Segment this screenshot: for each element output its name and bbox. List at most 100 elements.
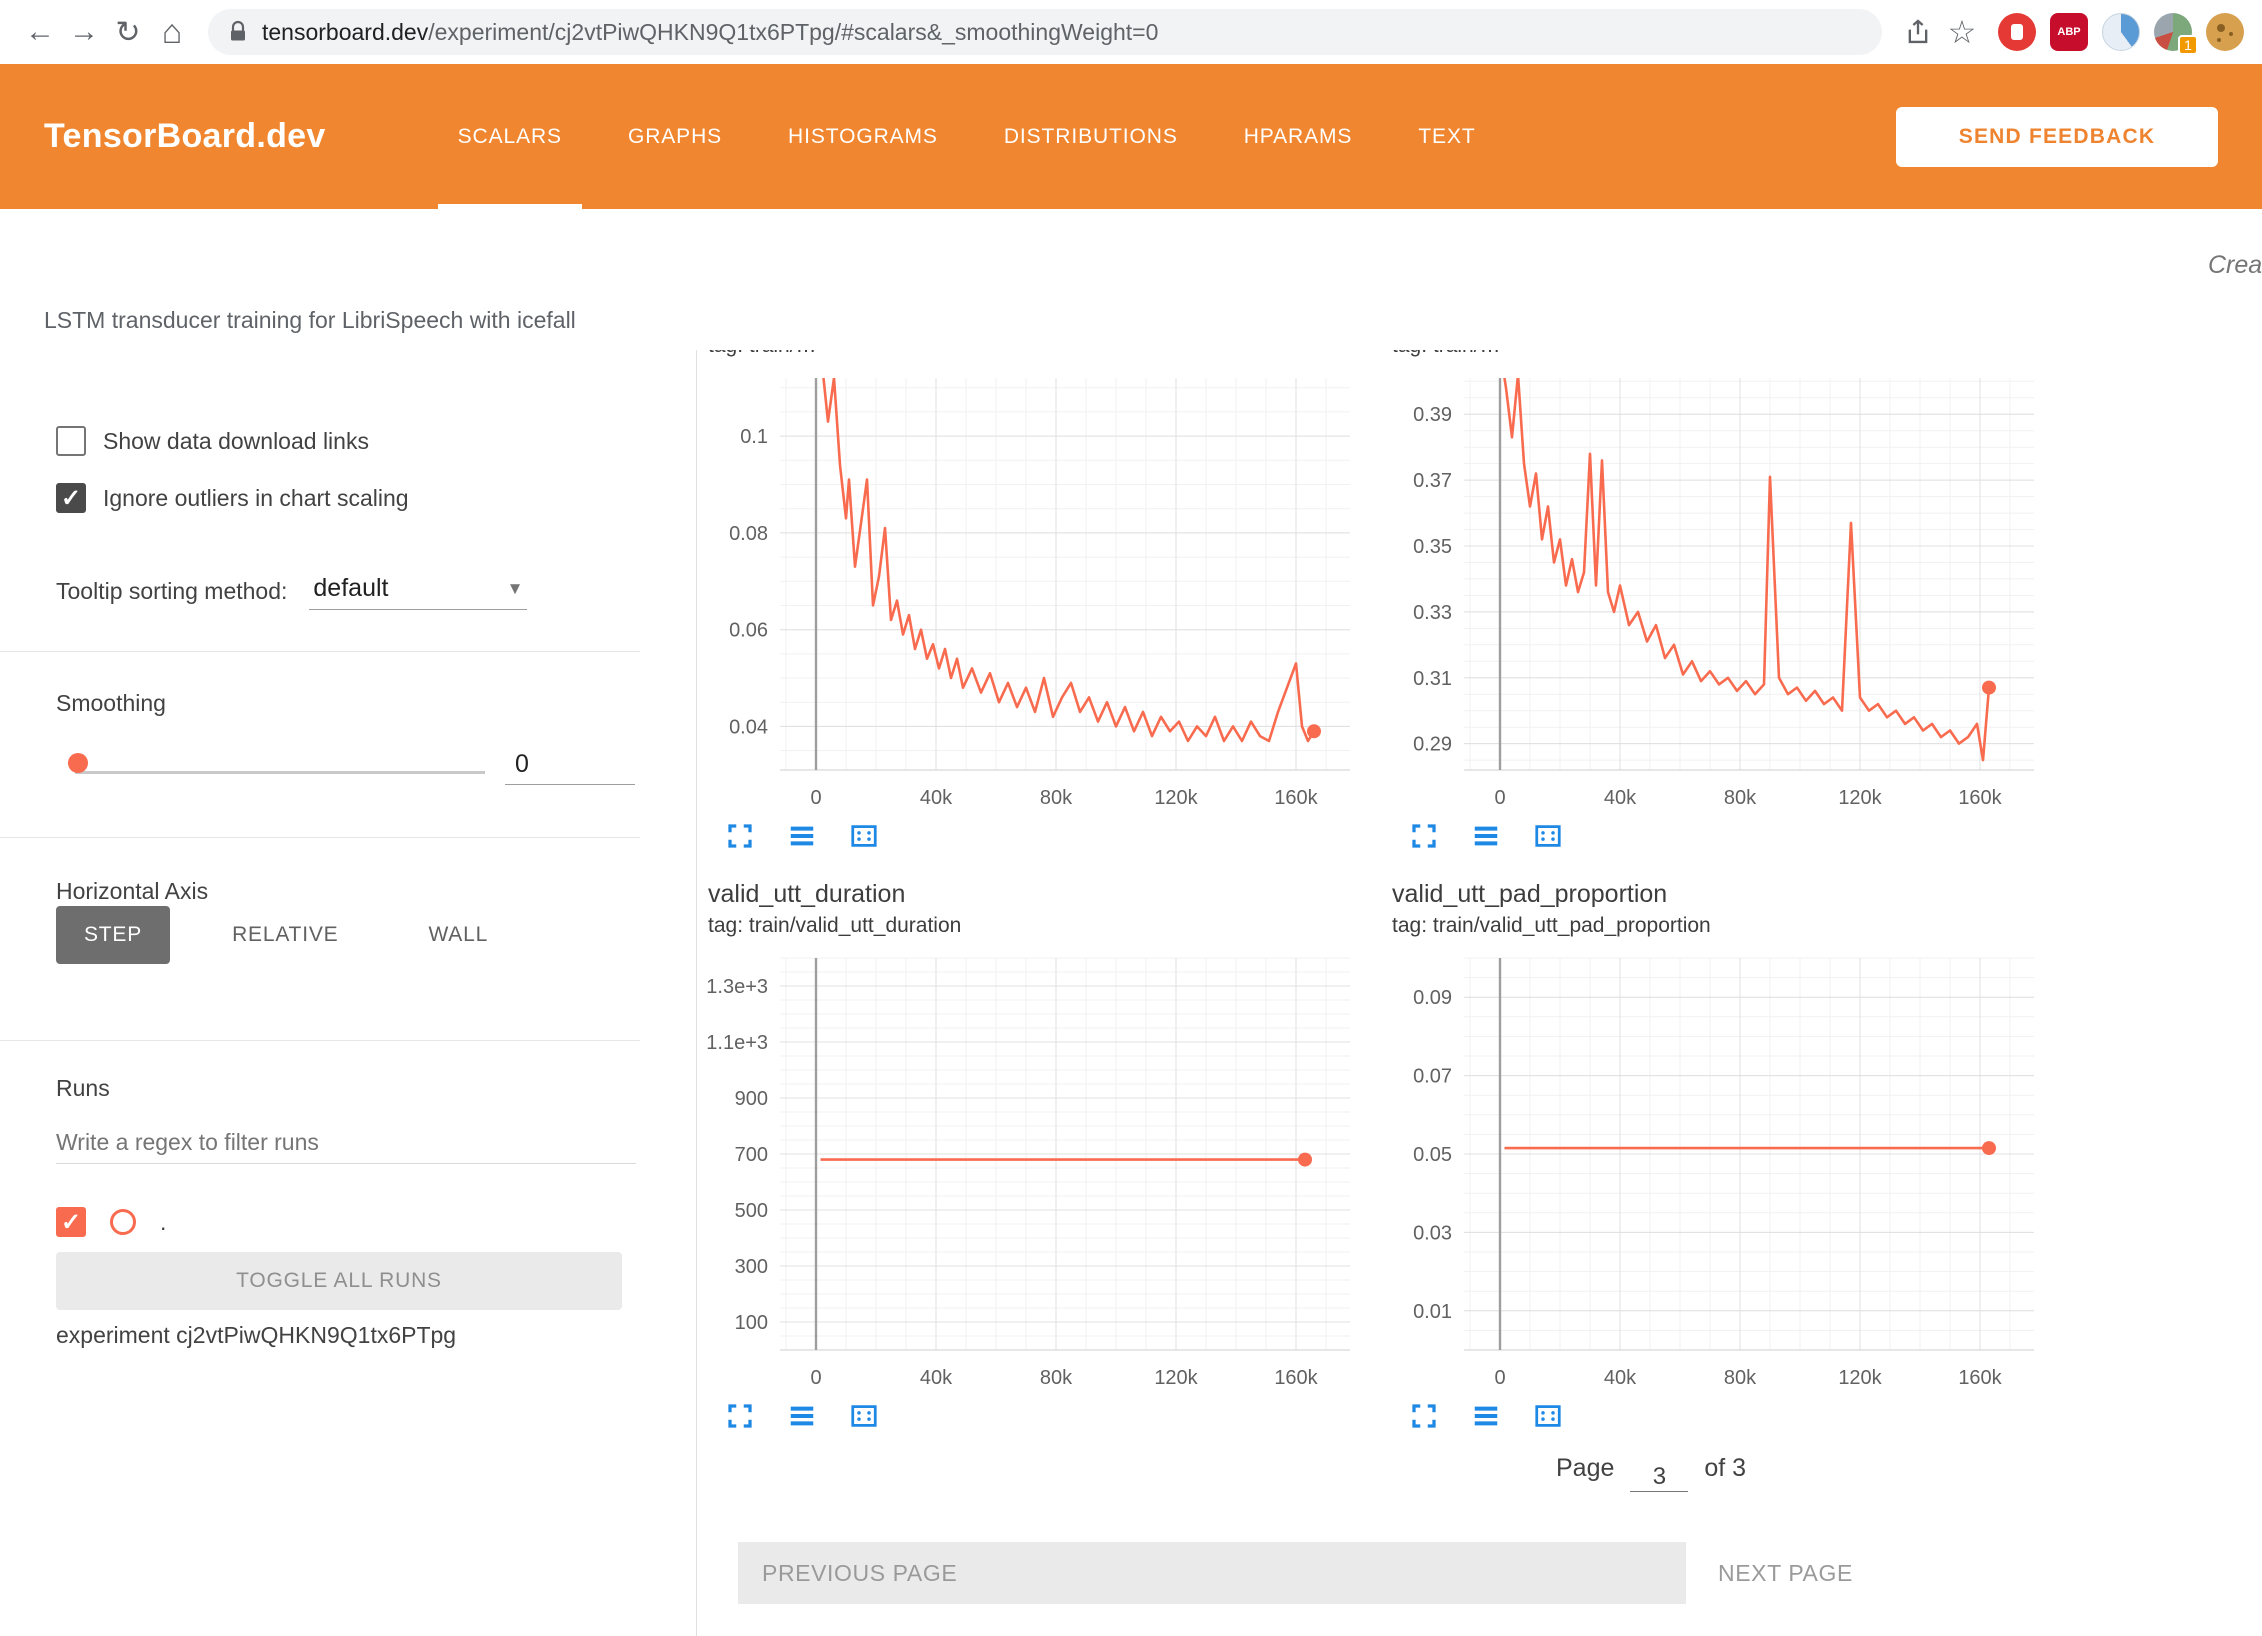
svg-text:80k: 80k	[1040, 1367, 1073, 1389]
svg-text:700: 700	[735, 1144, 768, 1166]
tab-hparams[interactable]: HPARAMS	[1240, 64, 1357, 209]
chart-toolbar	[1408, 820, 2066, 852]
show-download-label: Show data download links	[103, 428, 369, 455]
tab-distributions[interactable]: DISTRIBUTIONS	[1000, 64, 1182, 209]
svg-text:80k: 80k	[1040, 787, 1073, 809]
smoothing-slider-knob[interactable]	[68, 753, 88, 773]
chart-tag: tag: train/…	[702, 350, 1382, 364]
url-bar[interactable]: tensorboard.dev/experiment/cj2vtPiwQHKN9…	[208, 9, 1882, 55]
page-label: Page	[1556, 1454, 1614, 1483]
home-button[interactable]: ⌂	[150, 10, 194, 54]
chart-card: tag: train/… 0.290.310.330.350.370.39040…	[1386, 350, 2066, 852]
scalar-chart[interactable]: 0.040.060.080.1040k80k120k160k	[702, 364, 1362, 814]
abp-extension-icon[interactable]: ABP	[2050, 13, 2088, 51]
svg-text:0.03: 0.03	[1413, 1222, 1452, 1244]
runs-menu-icon[interactable]	[786, 1400, 818, 1432]
fullscreen-icon[interactable]	[1408, 820, 1440, 852]
share-icon[interactable]	[1896, 10, 1940, 54]
toggle-all-runs-button[interactable]: TOGGLE ALL RUNS	[56, 1252, 622, 1310]
axis-step-button[interactable]: STEP	[56, 906, 170, 964]
tab-graphs[interactable]: GRAPHS	[624, 64, 726, 209]
runs-menu-icon[interactable]	[1470, 820, 1502, 852]
pagination: Page of 3	[1556, 1454, 1746, 1484]
svg-text:0.09: 0.09	[1413, 987, 1452, 1009]
created-text-clipped: Crea	[2208, 251, 2262, 280]
scalar-chart[interactable]: 0.010.030.050.070.09040k80k120k160k	[1386, 944, 2046, 1394]
horizontal-axis-buttons: STEP RELATIVE WALL	[56, 906, 516, 964]
svg-text:0.31: 0.31	[1413, 668, 1452, 690]
top-nav: SCALARS GRAPHS HISTOGRAMS DISTRIBUTIONS …	[454, 64, 1480, 209]
bookmark-star-icon[interactable]: ☆	[1940, 10, 1984, 54]
previous-page-button[interactable]: PREVIOUS PAGE	[738, 1542, 1686, 1604]
tab-scalars[interactable]: SCALARS	[454, 64, 566, 209]
settings-sidebar: Show data download links ✓ Ignore outlie…	[0, 350, 697, 1636]
fullscreen-icon[interactable]	[724, 820, 756, 852]
axis-wall-button[interactable]: WALL	[400, 906, 516, 964]
tab-histograms[interactable]: HISTOGRAMS	[784, 64, 942, 209]
svg-text:40k: 40k	[1604, 1367, 1637, 1389]
fit-domain-icon[interactable]	[848, 1400, 880, 1432]
pie-extension-icon[interactable]	[2102, 13, 2140, 51]
extension-badge: 1	[2178, 35, 2198, 55]
runs-label: Runs	[56, 1075, 110, 1102]
svg-text:1.1e+3: 1.1e+3	[706, 1032, 768, 1054]
tooltip-sort-select[interactable]: default ▼	[309, 572, 527, 610]
fit-domain-icon[interactable]	[1532, 1400, 1564, 1432]
lock-icon	[226, 20, 250, 44]
svg-text:120k: 120k	[1154, 787, 1198, 809]
fullscreen-icon[interactable]	[1408, 1400, 1440, 1432]
svg-text:0.04: 0.04	[729, 716, 768, 738]
tab-text[interactable]: TEXT	[1414, 64, 1479, 209]
svg-text:0.39: 0.39	[1413, 404, 1452, 426]
chart-title: valid_utt_duration	[702, 880, 1382, 914]
svg-text:0: 0	[810, 1367, 821, 1389]
smoothing-value-input[interactable]	[505, 745, 635, 785]
runs-menu-icon[interactable]	[1470, 1400, 1502, 1432]
chart-card: valid_utt_duration tag: train/valid_utt_…	[702, 880, 1382, 1432]
adblock-extension-icon[interactable]	[1998, 13, 2036, 51]
svg-text:500: 500	[735, 1200, 768, 1222]
svg-text:40k: 40k	[920, 787, 953, 809]
next-page-button[interactable]: NEXT PAGE	[1700, 1542, 1871, 1604]
runs-filter-input[interactable]	[56, 1122, 636, 1164]
chart-toolbar	[724, 1400, 1382, 1432]
cookie-extension-icon[interactable]	[2206, 13, 2244, 51]
divider	[0, 1040, 640, 1041]
scalar-chart[interactable]: 0.290.310.330.350.370.39040k80k120k160k	[1386, 364, 2046, 814]
fit-domain-icon[interactable]	[848, 820, 880, 852]
runs-menu-icon[interactable]	[786, 820, 818, 852]
reload-button[interactable]: ↻	[106, 10, 150, 54]
run-color-icon[interactable]	[110, 1209, 136, 1235]
svg-text:160k: 160k	[1958, 787, 2002, 809]
svg-text:0: 0	[810, 787, 821, 809]
svg-text:0.37: 0.37	[1413, 470, 1452, 492]
tooltip-sort-value: default	[313, 574, 388, 603]
forward-button[interactable]: →	[62, 10, 106, 54]
run-checkbox[interactable]: ✓	[56, 1207, 86, 1237]
divider	[0, 651, 640, 652]
fullscreen-icon[interactable]	[724, 1400, 756, 1432]
svg-text:120k: 120k	[1838, 1367, 1882, 1389]
show-download-checkbox[interactable]	[56, 426, 86, 456]
svg-text:0.33: 0.33	[1413, 602, 1452, 624]
axis-relative-button[interactable]: RELATIVE	[204, 906, 366, 964]
experiment-description: LSTM transducer training for LibriSpeech…	[44, 307, 576, 334]
smoothing-slider-track[interactable]	[75, 771, 485, 774]
svg-text:900: 900	[735, 1088, 768, 1110]
divider	[0, 837, 640, 838]
profile-avatar-icon[interactable]: 1	[2154, 13, 2192, 51]
send-feedback-button[interactable]: SEND FEEDBACK	[1896, 107, 2218, 167]
back-button[interactable]: ←	[18, 10, 62, 54]
scalar-chart[interactable]: 1003005007009001.1e+31.3e+3040k80k120k16…	[702, 944, 1362, 1394]
svg-text:0.01: 0.01	[1413, 1301, 1452, 1323]
svg-text:1.3e+3: 1.3e+3	[706, 976, 768, 998]
svg-text:0: 0	[1494, 1367, 1505, 1389]
svg-text:160k: 160k	[1958, 1367, 2002, 1389]
ignore-outliers-checkbox[interactable]: ✓	[56, 483, 86, 513]
svg-text:0.05: 0.05	[1413, 1144, 1452, 1166]
chart-toolbar	[1408, 1400, 2066, 1432]
fit-domain-icon[interactable]	[1532, 820, 1564, 852]
experiment-subheader: Crea LSTM transducer training for LibriS…	[0, 209, 2262, 350]
page-number-input[interactable]	[1630, 1463, 1688, 1492]
chart-tag: tag: train/…	[1386, 350, 2066, 364]
